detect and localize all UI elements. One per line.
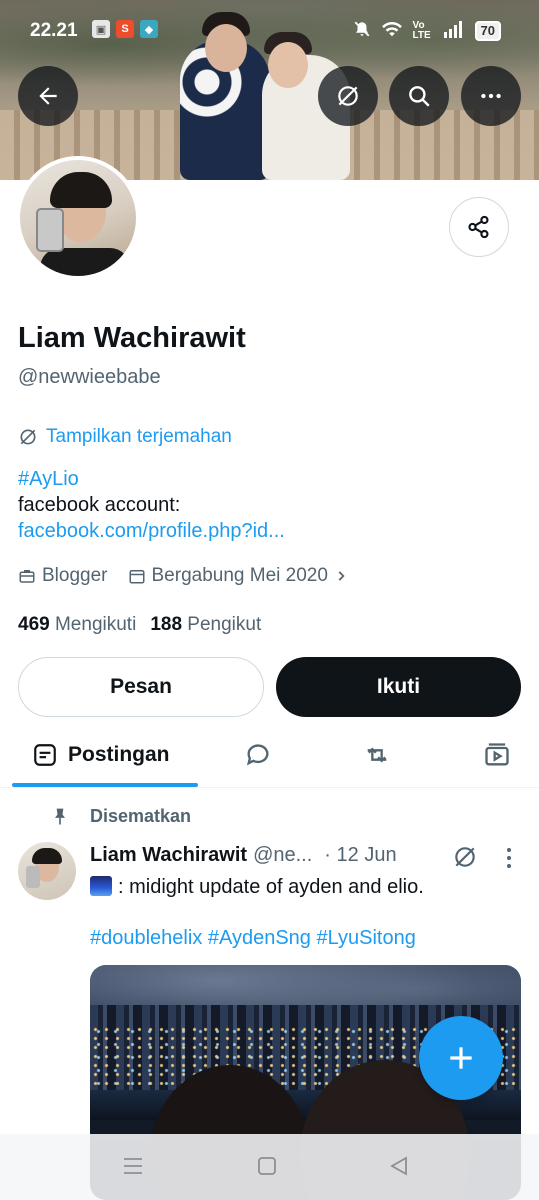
plus-icon: [450, 1047, 472, 1069]
network-label: Vo LTE: [412, 19, 431, 41]
post-header: Liam Wachirawit @ne... · 12 Jun: [90, 844, 397, 867]
share-icon: [468, 215, 489, 239]
bio-link[interactable]: facebook.com/profile.php?id...: [18, 518, 285, 544]
app-icon: ◆: [140, 20, 158, 38]
post-more-button[interactable]: [500, 846, 518, 870]
profile-avatar[interactable]: [16, 156, 140, 280]
more-button[interactable]: [461, 66, 521, 126]
pinned-label: Disematkan: [50, 806, 191, 827]
translate-icon: [338, 86, 358, 106]
tab-media[interactable]: [483, 722, 511, 788]
cityscape-emoji-icon: [90, 876, 112, 896]
profile-meta: Blogger Bergabung Mei 2020: [18, 565, 362, 587]
triangle-back-icon: [390, 1156, 407, 1176]
avatar-hair: [50, 172, 112, 208]
category-label: Blogger: [42, 565, 108, 586]
battery-indicator: 70: [474, 20, 501, 41]
tab-reposts[interactable]: [362, 722, 392, 788]
signal-icon: [443, 20, 465, 41]
followers-label: Pengikut: [187, 614, 262, 635]
show-translation-label: Tampilkan terjemahan: [46, 426, 232, 447]
post-hashtags[interactable]: #doublehelix #AydenSng #LyuSitong: [90, 927, 416, 950]
back-button[interactable]: [18, 66, 78, 126]
join-date-label: Bergabung Mei 2020: [151, 565, 328, 586]
post-date[interactable]: · 12 Jun: [324, 844, 396, 867]
shop-icon: S: [116, 20, 134, 38]
post-author-avatar[interactable]: [18, 842, 76, 900]
followers-count: 188: [150, 614, 183, 635]
post-translate-button[interactable]: [452, 844, 478, 875]
display-name: Liam Wachirawit: [18, 322, 246, 354]
more-vertical-icon: [507, 848, 511, 868]
post-text: : midight update of ayden and elio.: [90, 874, 520, 900]
follow-counts: 469 Mengikuti 188 Pengikut: [18, 614, 261, 636]
share-profile-button[interactable]: [449, 197, 509, 257]
media-icon: [485, 743, 509, 766]
tab-replies[interactable]: [244, 722, 272, 788]
translate-icon: [20, 429, 36, 445]
post-text-body: : midight update of ayden and elio.: [118, 876, 424, 898]
following-label: Mengikuti: [54, 614, 137, 635]
search-icon: [409, 86, 430, 107]
tab-posts-label: Postingan: [68, 743, 170, 766]
translate-icon: [455, 847, 475, 867]
show-translation-link[interactable]: Tampilkan terjemahan: [18, 426, 232, 448]
post-author-handle[interactable]: @ne...: [253, 844, 312, 867]
nav-back-button[interactable]: [388, 1154, 410, 1183]
more-horizontal-icon: [481, 93, 501, 99]
photo-icon: ▣: [92, 20, 110, 38]
profile-tabs: Postingan: [0, 722, 539, 788]
post-avatar-phone: [26, 866, 40, 888]
posts-icon: [34, 744, 56, 766]
following-count: 469: [18, 614, 50, 635]
home-square-icon: [258, 1157, 276, 1175]
wifi-icon: [381, 20, 403, 41]
arrow-left-icon: [39, 87, 57, 105]
system-nav-bar: [0, 1134, 539, 1200]
tab-active-indicator: [12, 783, 198, 787]
bio-text: facebook account:: [18, 494, 181, 516]
post-avatar-hair: [32, 848, 62, 864]
profile-handle: @newwieebabe: [18, 366, 161, 388]
message-button[interactable]: Pesan: [18, 657, 264, 717]
reply-icon: [246, 744, 269, 766]
followers-link[interactable]: 188 Pengikut: [150, 614, 261, 636]
pinned-text: Disematkan: [90, 806, 192, 826]
mute-icon: [353, 20, 371, 41]
calendar-icon: [129, 570, 144, 584]
compose-post-button[interactable]: [419, 1016, 503, 1100]
tab-posts[interactable]: Postingan: [32, 722, 170, 788]
join-date[interactable]: Bergabung Mei 2020: [128, 565, 348, 587]
bio-hashtag[interactable]: #AyLio: [18, 466, 285, 492]
following-link[interactable]: 469 Mengikuti: [18, 614, 136, 636]
repost-icon: [367, 747, 387, 763]
notification-icons: ▣ S ◆: [92, 20, 158, 38]
menu-icon: [124, 1158, 142, 1174]
post-author-name[interactable]: Liam Wachirawit: [90, 844, 247, 867]
briefcase-icon: [19, 570, 35, 583]
status-time: 22.21: [30, 20, 78, 41]
search-button[interactable]: [389, 66, 449, 126]
status-bar: 22.21 ▣ S ◆ Vo LTE 70: [0, 0, 539, 62]
avatar-shirt: [40, 248, 130, 276]
profile-bio: #AyLio facebook account: facebook.com/pr…: [18, 466, 285, 544]
status-right: Vo LTE 70: [353, 20, 501, 41]
nav-recents-button[interactable]: [122, 1154, 144, 1183]
chevron-right-icon: [338, 571, 345, 581]
translate-button[interactable]: [318, 66, 378, 126]
profile-category: Blogger: [18, 565, 108, 587]
avatar-phone: [36, 208, 64, 252]
pin-icon: [55, 808, 65, 824]
follow-button[interactable]: Ikuti: [276, 657, 521, 717]
nav-home-button[interactable]: [256, 1154, 278, 1183]
